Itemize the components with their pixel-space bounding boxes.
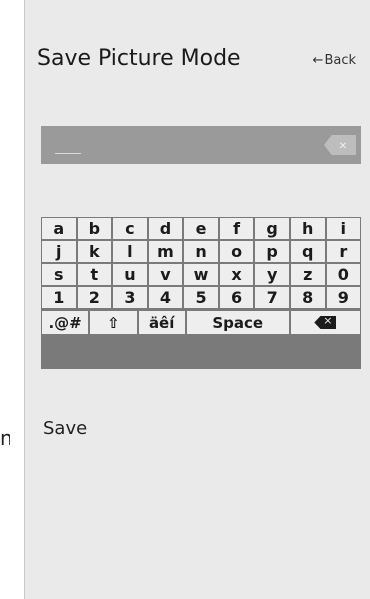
key[interactable]: 4 [148,287,183,308]
key[interactable]: y [255,264,289,285]
key[interactable]: 0 [326,264,361,285]
clear-input-button[interactable]: × [324,135,356,155]
key[interactable]: x [219,264,254,285]
accents-key[interactable]: äêí [138,311,185,334]
key[interactable]: e [184,218,218,239]
text-cursor [55,153,81,154]
backspace-icon: × [314,316,337,329]
key[interactable]: d [148,218,183,239]
key[interactable]: z [290,264,325,285]
key[interactable]: n [184,241,218,262]
save-button[interactable]: Save [43,418,87,439]
keyboard-row: 1 2 3 4 5 6 7 8 9 [41,286,361,309]
key[interactable]: m [148,241,183,262]
clipped-edge-text: n [0,426,10,450]
key[interactable]: 7 [255,287,289,308]
keyboard-row: j k l m n o p q r [41,240,361,263]
back-button[interactable]: ←Back [313,53,356,68]
key[interactable]: 2 [77,287,112,308]
key[interactable]: w [184,264,218,285]
key[interactable]: h [290,218,325,239]
page-title: Save Picture Mode [37,46,241,71]
key[interactable]: j [42,241,76,262]
key[interactable]: a [42,218,76,239]
close-icon: × [338,137,348,153]
key[interactable]: u [113,264,147,285]
shift-icon: ⇧ [107,313,120,332]
key[interactable]: 1 [42,287,76,308]
key[interactable]: c [113,218,147,239]
key[interactable]: q [290,241,325,262]
key[interactable]: r [326,241,361,262]
key[interactable]: s [42,264,76,285]
key[interactable]: 9 [326,287,361,308]
key[interactable]: f [219,218,254,239]
back-arrow-icon: ← [312,53,324,68]
back-label: Back [324,53,356,68]
key[interactable]: b [77,218,112,239]
key[interactable]: 6 [219,287,254,308]
key[interactable]: g [255,218,289,239]
shift-key[interactable]: ⇧ [90,311,137,334]
space-key[interactable]: Space [186,311,289,334]
key[interactable]: t [77,264,112,285]
on-screen-keyboard: a b c d e f g h i j k l m n o p q r s t … [41,217,361,369]
key[interactable]: 5 [184,287,218,308]
keyboard-row: s t u v w x y z 0 [41,263,361,286]
key[interactable]: i [326,218,361,239]
keyboard-row: .@# ⇧ äêí Space × [41,310,361,338]
key[interactable]: v [148,264,183,285]
key[interactable]: p [255,241,289,262]
key[interactable]: l [113,241,147,262]
save-picture-mode-panel: Save Picture Mode ←Back × a b c d e f g … [24,0,370,599]
key[interactable]: 3 [113,287,147,308]
backspace-key[interactable]: × [290,311,360,334]
key[interactable]: 8 [290,287,325,308]
symbols-key[interactable]: .@# [42,311,89,334]
key[interactable]: o [219,241,254,262]
name-input[interactable]: × [41,126,361,164]
key[interactable]: k [77,241,112,262]
keyboard-row: a b c d e f g h i [41,217,361,240]
